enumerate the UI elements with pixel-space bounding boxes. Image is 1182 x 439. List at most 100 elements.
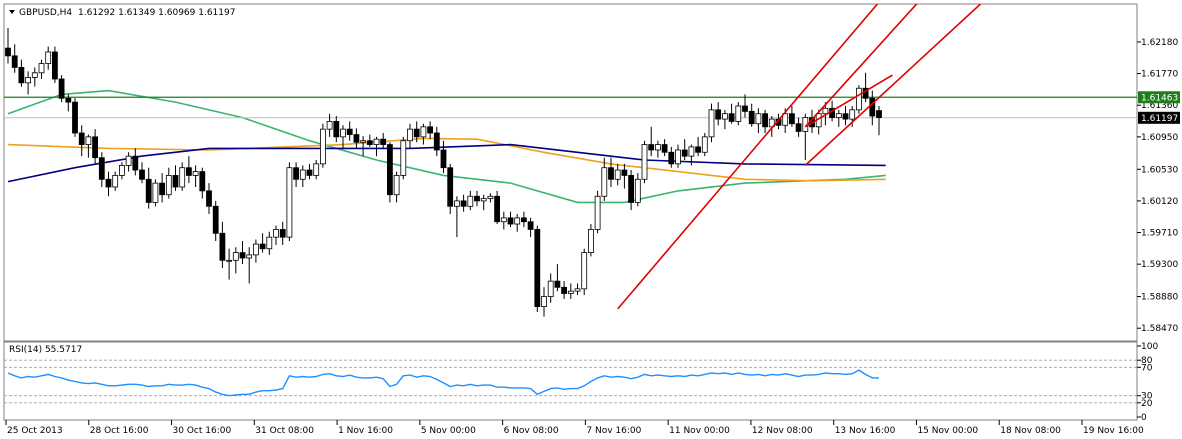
candle-body: [85, 136, 92, 145]
candle-body: [869, 97, 876, 117]
candle-body: [353, 134, 360, 143]
candle-body: [675, 149, 681, 165]
candle-body: [279, 229, 286, 238]
candle-body: [326, 121, 333, 130]
candle: [58, 75, 65, 103]
candle: [152, 179, 159, 207]
candle-body: [574, 288, 581, 292]
candle-body: [547, 280, 554, 297]
candle-body: [527, 221, 534, 230]
candle-body: [755, 113, 762, 125]
candle-body: [634, 178, 641, 203]
y-tick-label: 1.58470: [1141, 324, 1178, 334]
x-tick-label: 6 Nov 08:00: [504, 426, 559, 436]
candle-body: [742, 105, 748, 112]
candle-body: [145, 178, 152, 203]
candle-body: [628, 175, 634, 203]
candle-body: [460, 200, 467, 207]
candle-body: [728, 113, 735, 122]
candle-body: [400, 140, 407, 176]
candle-body: [346, 128, 353, 135]
current-price-tag-label: 1.61197: [1141, 114, 1178, 124]
candle: [701, 132, 708, 157]
candle-body: [453, 200, 460, 207]
y-tick-label: 1.58880: [1141, 293, 1178, 303]
candle-body: [668, 151, 675, 165]
candle-body: [386, 144, 393, 196]
candle: [319, 123, 326, 168]
candle-body: [433, 132, 440, 151]
x-tick-label: 28 Oct 16:00: [90, 426, 149, 436]
candle-body: [299, 169, 306, 180]
candle-body: [119, 164, 125, 176]
rsi-tick-label: 70: [1141, 363, 1153, 373]
candle-body: [58, 78, 65, 99]
candle-body: [273, 229, 279, 238]
candle-body: [554, 280, 561, 288]
price-chart-svg: 1.621801.617701.613601.609501.605301.601…: [0, 0, 1182, 439]
candle-body: [474, 195, 480, 202]
candle-body: [534, 229, 541, 307]
chart-window: 1.62180 1.61770 1.61360 1.60950 1.60530 1.601…: [0, 0, 1182, 439]
candle-body: [467, 195, 474, 207]
candle-body: [172, 175, 179, 188]
candle-body: [822, 107, 829, 115]
rsi-tick-label: 20: [1141, 399, 1153, 409]
x-tick-label: 13 Nov 16:00: [835, 426, 896, 436]
candle-body: [688, 146, 695, 157]
candle-body: [92, 136, 98, 159]
candle-body: [52, 51, 58, 80]
candle-body: [789, 113, 795, 125]
candle-body: [313, 163, 320, 176]
candle-body: [159, 182, 166, 196]
candle-body: [681, 149, 688, 157]
x-tick-label: 11 Nov 00:00: [669, 426, 730, 436]
candle: [581, 248, 588, 296]
candle-body: [661, 144, 668, 153]
y-tick-label: 1.62180: [1141, 38, 1178, 48]
candle-body: [588, 229, 594, 253]
x-tick-label: 31 Oct 08:00: [255, 426, 314, 436]
candle-body: [641, 144, 648, 180]
candle-body: [45, 51, 52, 64]
candle-body: [199, 171, 206, 192]
candle: [386, 142, 393, 203]
candle-body: [427, 126, 434, 134]
candle-body: [340, 128, 346, 138]
candle: [286, 162, 293, 242]
candle-body: [420, 126, 427, 138]
candle-body: [366, 140, 373, 145]
candle-body: [72, 101, 78, 134]
candle-body: [246, 254, 253, 259]
candle-body: [232, 252, 239, 261]
candle-body: [608, 167, 614, 180]
rsi-tick-label: 0: [1141, 413, 1147, 423]
x-tick-label: 18 Nov 08:00: [1000, 426, 1061, 436]
candle-body: [105, 178, 112, 188]
candle-body: [701, 136, 708, 153]
candle-body: [735, 105, 742, 122]
candle-body: [78, 132, 85, 145]
candle-body: [655, 144, 661, 151]
candle-body: [601, 167, 608, 197]
candle-body: [319, 128, 326, 165]
candle-body: [293, 167, 300, 180]
candle-body: [541, 296, 547, 307]
candle-body: [306, 169, 313, 176]
candle-body: [849, 109, 856, 120]
candle: [735, 102, 742, 126]
candle-body: [762, 113, 768, 128]
candle-body: [507, 217, 514, 225]
candle-body: [31, 72, 38, 78]
x-tick-label: 30 Oct 16:00: [173, 426, 232, 436]
rsi-title: RSI(14) 55.5717: [9, 345, 82, 355]
y-tick-label: 1.59300: [1141, 260, 1178, 270]
y-tick-label: 1.60950: [1141, 133, 1178, 143]
y-tick-label: 1.59710: [1141, 229, 1178, 239]
candle-body: [581, 252, 588, 290]
candle-body: [514, 217, 521, 225]
candle-body: [614, 169, 621, 180]
resistance-price-tag: 1.61463: [1138, 91, 1180, 104]
x-tick-label: 15 Nov 00:00: [917, 426, 978, 436]
candle-body: [487, 195, 494, 199]
